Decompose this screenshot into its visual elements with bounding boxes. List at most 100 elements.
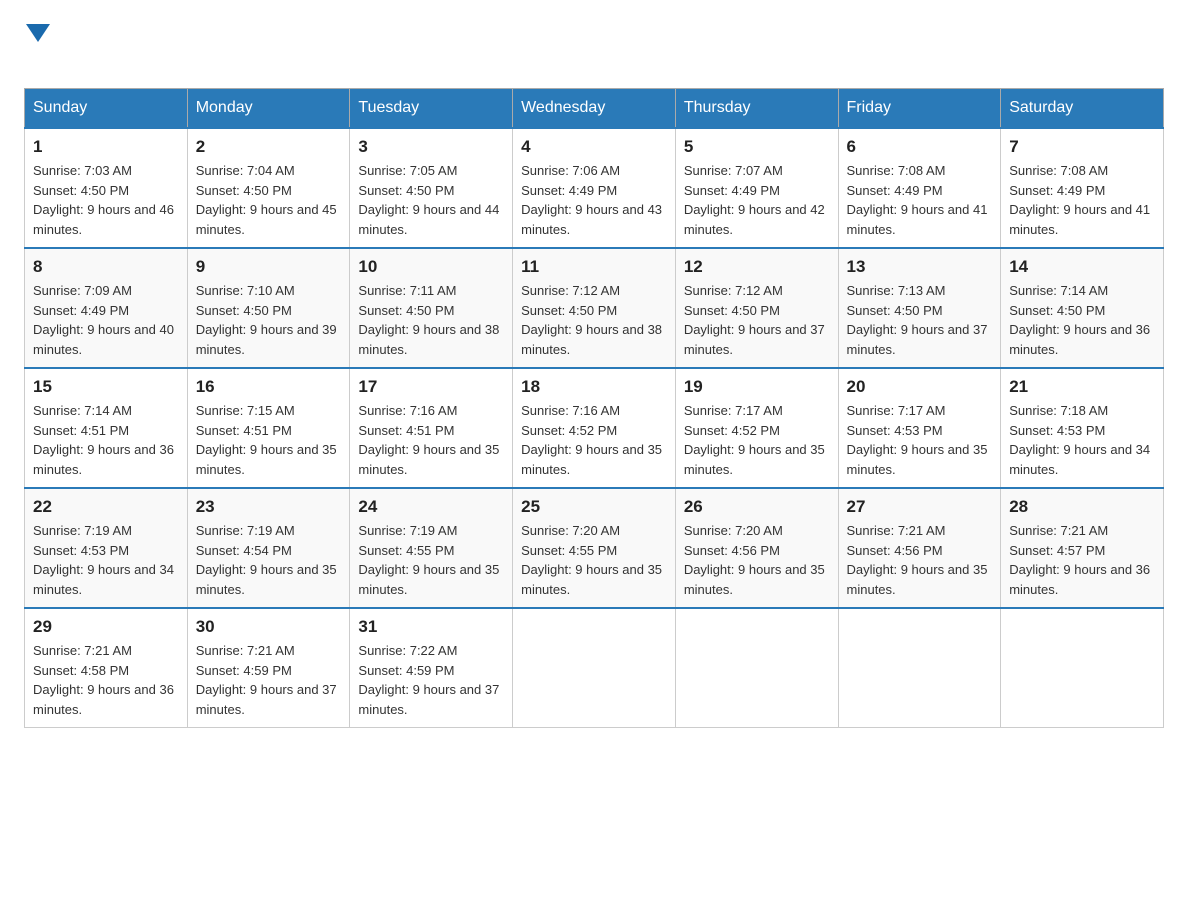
sunrise-label: Sunrise: 7:19 AM xyxy=(33,523,132,538)
day-info: Sunrise: 7:04 AM Sunset: 4:50 PM Dayligh… xyxy=(196,161,342,239)
day-info: Sunrise: 7:21 AM Sunset: 4:57 PM Dayligh… xyxy=(1009,521,1155,599)
daylight-label: Daylight: 9 hours and 35 minutes. xyxy=(521,562,662,597)
sunrise-label: Sunrise: 7:13 AM xyxy=(847,283,946,298)
calendar-cell: 9 Sunrise: 7:10 AM Sunset: 4:50 PM Dayli… xyxy=(187,248,350,368)
day-info: Sunrise: 7:10 AM Sunset: 4:50 PM Dayligh… xyxy=(196,281,342,359)
sunrise-label: Sunrise: 7:17 AM xyxy=(847,403,946,418)
sunrise-label: Sunrise: 7:09 AM xyxy=(33,283,132,298)
sunset-label: Sunset: 4:50 PM xyxy=(196,303,292,318)
calendar-cell: 23 Sunrise: 7:19 AM Sunset: 4:54 PM Dayl… xyxy=(187,488,350,608)
calendar-cell: 2 Sunrise: 7:04 AM Sunset: 4:50 PM Dayli… xyxy=(187,128,350,248)
day-info: Sunrise: 7:16 AM Sunset: 4:52 PM Dayligh… xyxy=(521,401,667,479)
calendar-cell xyxy=(1001,608,1164,728)
calendar-cell: 1 Sunrise: 7:03 AM Sunset: 4:50 PM Dayli… xyxy=(25,128,188,248)
day-number: 20 xyxy=(847,377,993,397)
daylight-label: Daylight: 9 hours and 46 minutes. xyxy=(33,202,174,237)
day-info: Sunrise: 7:06 AM Sunset: 4:49 PM Dayligh… xyxy=(521,161,667,239)
sunset-label: Sunset: 4:58 PM xyxy=(33,663,129,678)
sunset-label: Sunset: 4:49 PM xyxy=(684,183,780,198)
day-number: 19 xyxy=(684,377,830,397)
day-info: Sunrise: 7:12 AM Sunset: 4:50 PM Dayligh… xyxy=(521,281,667,359)
day-number: 17 xyxy=(358,377,504,397)
daylight-label: Daylight: 9 hours and 35 minutes. xyxy=(358,442,499,477)
day-number: 31 xyxy=(358,617,504,637)
day-number: 8 xyxy=(33,257,179,277)
sunrise-label: Sunrise: 7:18 AM xyxy=(1009,403,1108,418)
sunset-label: Sunset: 4:50 PM xyxy=(196,183,292,198)
daylight-label: Daylight: 9 hours and 42 minutes. xyxy=(684,202,825,237)
day-number: 29 xyxy=(33,617,179,637)
day-number: 30 xyxy=(196,617,342,637)
day-info: Sunrise: 7:19 AM Sunset: 4:53 PM Dayligh… xyxy=(33,521,179,599)
calendar-cell: 30 Sunrise: 7:21 AM Sunset: 4:59 PM Dayl… xyxy=(187,608,350,728)
sunset-label: Sunset: 4:54 PM xyxy=(196,543,292,558)
day-number: 13 xyxy=(847,257,993,277)
calendar-table: SundayMondayTuesdayWednesdayThursdayFrid… xyxy=(24,88,1164,728)
sunset-label: Sunset: 4:51 PM xyxy=(33,423,129,438)
day-info: Sunrise: 7:19 AM Sunset: 4:55 PM Dayligh… xyxy=(358,521,504,599)
sunrise-label: Sunrise: 7:21 AM xyxy=(33,643,132,658)
day-info: Sunrise: 7:17 AM Sunset: 4:53 PM Dayligh… xyxy=(847,401,993,479)
sunset-label: Sunset: 4:50 PM xyxy=(358,183,454,198)
sunrise-label: Sunrise: 7:10 AM xyxy=(196,283,295,298)
daylight-label: Daylight: 9 hours and 41 minutes. xyxy=(1009,202,1150,237)
calendar-cell xyxy=(513,608,676,728)
sunrise-label: Sunrise: 7:19 AM xyxy=(196,523,295,538)
daylight-label: Daylight: 9 hours and 35 minutes. xyxy=(358,562,499,597)
col-header-sunday: Sunday xyxy=(25,89,188,129)
sunset-label: Sunset: 4:51 PM xyxy=(196,423,292,438)
day-number: 11 xyxy=(521,257,667,277)
daylight-label: Daylight: 9 hours and 35 minutes. xyxy=(684,442,825,477)
daylight-label: Daylight: 9 hours and 45 minutes. xyxy=(196,202,337,237)
daylight-label: Daylight: 9 hours and 37 minutes. xyxy=(684,322,825,357)
week-row-5: 29 Sunrise: 7:21 AM Sunset: 4:58 PM Dayl… xyxy=(25,608,1164,728)
day-info: Sunrise: 7:21 AM Sunset: 4:59 PM Dayligh… xyxy=(196,641,342,719)
day-info: Sunrise: 7:03 AM Sunset: 4:50 PM Dayligh… xyxy=(33,161,179,239)
calendar-cell: 28 Sunrise: 7:21 AM Sunset: 4:57 PM Dayl… xyxy=(1001,488,1164,608)
calendar-cell: 26 Sunrise: 7:20 AM Sunset: 4:56 PM Dayl… xyxy=(675,488,838,608)
day-info: Sunrise: 7:09 AM Sunset: 4:49 PM Dayligh… xyxy=(33,281,179,359)
calendar-cell: 31 Sunrise: 7:22 AM Sunset: 4:59 PM Dayl… xyxy=(350,608,513,728)
logo-triangle-icon xyxy=(26,24,50,42)
day-number: 24 xyxy=(358,497,504,517)
sunrise-label: Sunrise: 7:20 AM xyxy=(521,523,620,538)
day-info: Sunrise: 7:21 AM Sunset: 4:56 PM Dayligh… xyxy=(847,521,993,599)
calendar-cell: 24 Sunrise: 7:19 AM Sunset: 4:55 PM Dayl… xyxy=(350,488,513,608)
daylight-label: Daylight: 9 hours and 38 minutes. xyxy=(521,322,662,357)
day-number: 15 xyxy=(33,377,179,397)
calendar-cell: 18 Sunrise: 7:16 AM Sunset: 4:52 PM Dayl… xyxy=(513,368,676,488)
day-number: 18 xyxy=(521,377,667,397)
calendar-cell: 29 Sunrise: 7:21 AM Sunset: 4:58 PM Dayl… xyxy=(25,608,188,728)
sunset-label: Sunset: 4:50 PM xyxy=(847,303,943,318)
col-header-wednesday: Wednesday xyxy=(513,89,676,129)
sunset-label: Sunset: 4:49 PM xyxy=(1009,183,1105,198)
sunset-label: Sunset: 4:50 PM xyxy=(684,303,780,318)
col-header-friday: Friday xyxy=(838,89,1001,129)
daylight-label: Daylight: 9 hours and 37 minutes. xyxy=(196,682,337,717)
day-number: 28 xyxy=(1009,497,1155,517)
calendar-cell xyxy=(838,608,1001,728)
day-info: Sunrise: 7:08 AM Sunset: 4:49 PM Dayligh… xyxy=(847,161,993,239)
calendar-cell: 20 Sunrise: 7:17 AM Sunset: 4:53 PM Dayl… xyxy=(838,368,1001,488)
sunset-label: Sunset: 4:52 PM xyxy=(684,423,780,438)
calendar-cell: 27 Sunrise: 7:21 AM Sunset: 4:56 PM Dayl… xyxy=(838,488,1001,608)
sunset-label: Sunset: 4:53 PM xyxy=(33,543,129,558)
page-header xyxy=(24,24,1164,68)
calendar-cell: 3 Sunrise: 7:05 AM Sunset: 4:50 PM Dayli… xyxy=(350,128,513,248)
sunset-label: Sunset: 4:52 PM xyxy=(521,423,617,438)
day-info: Sunrise: 7:05 AM Sunset: 4:50 PM Dayligh… xyxy=(358,161,504,239)
daylight-label: Daylight: 9 hours and 38 minutes. xyxy=(358,322,499,357)
day-number: 7 xyxy=(1009,137,1155,157)
day-info: Sunrise: 7:16 AM Sunset: 4:51 PM Dayligh… xyxy=(358,401,504,479)
daylight-label: Daylight: 9 hours and 34 minutes. xyxy=(33,562,174,597)
sunrise-label: Sunrise: 7:21 AM xyxy=(847,523,946,538)
day-info: Sunrise: 7:22 AM Sunset: 4:59 PM Dayligh… xyxy=(358,641,504,719)
day-number: 16 xyxy=(196,377,342,397)
sunrise-label: Sunrise: 7:21 AM xyxy=(196,643,295,658)
day-number: 14 xyxy=(1009,257,1155,277)
sunrise-label: Sunrise: 7:14 AM xyxy=(33,403,132,418)
day-number: 22 xyxy=(33,497,179,517)
daylight-label: Daylight: 9 hours and 36 minutes. xyxy=(33,442,174,477)
day-number: 10 xyxy=(358,257,504,277)
sunset-label: Sunset: 4:50 PM xyxy=(1009,303,1105,318)
